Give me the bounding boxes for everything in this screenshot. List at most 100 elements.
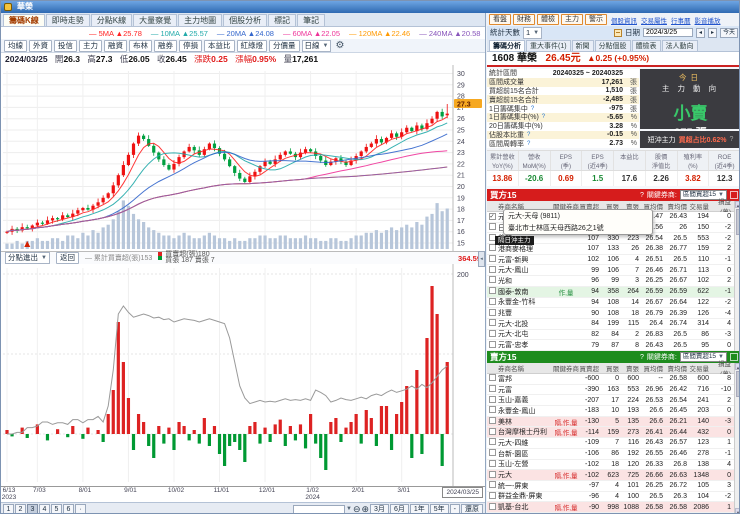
tab-4[interactable]: 大量察覺 xyxy=(133,14,178,26)
today-button[interactable]: 今天 xyxy=(719,27,738,38)
row-checkbox[interactable] xyxy=(488,287,496,295)
chart-toggle-5[interactable]: 融資 xyxy=(104,39,127,52)
row-checkbox[interactable] xyxy=(488,276,496,284)
scroll-up-icon[interactable]: ▲ xyxy=(735,363,739,370)
row-checkbox[interactable] xyxy=(488,449,496,457)
page-button-3[interactable]: 3 xyxy=(27,504,38,513)
table-row[interactable]: 元大-鳳山 99 106 7 26.46 26.71 113 0 xyxy=(487,265,734,277)
page-button-4[interactable]: 4 xyxy=(39,504,50,513)
row-checkbox[interactable] xyxy=(488,470,496,478)
row-checkbox[interactable] xyxy=(488,417,496,425)
right-tab-3[interactable]: 新聞 xyxy=(571,40,594,51)
link-2[interactable]: 交易屬性 xyxy=(641,15,667,25)
page-button-2[interactable]: 2 xyxy=(15,504,26,513)
row-checkbox[interactable] xyxy=(488,297,496,305)
chart-toggle-11[interactable]: 分價量 xyxy=(269,39,300,52)
chart-toggle-2[interactable]: 外資 xyxy=(29,39,52,52)
chart-toggle-6[interactable]: 布林 xyxy=(129,39,152,52)
splitter-handle[interactable]: ◂ xyxy=(478,251,485,267)
tab-8[interactable]: 筆記 xyxy=(297,14,326,26)
table-row[interactable]: 光和 96 99 3 26.25 26.67 102 2 xyxy=(487,276,734,287)
chart-toggle-3[interactable]: 投信 xyxy=(54,39,77,52)
help-icon[interactable]: ? xyxy=(729,136,733,143)
help-icon[interactable]: ? xyxy=(527,141,530,147)
chart-toggle-1[interactable]: 均線 xyxy=(4,39,27,52)
right-tab-5[interactable]: 體檢表 xyxy=(631,40,661,51)
range-button-6[interactable]: 還原 xyxy=(461,503,483,513)
help-icon[interactable]: ? xyxy=(640,192,644,199)
table-row[interactable]: 永豐金-竹科 94 108 14 26.67 26.64 122 -2 xyxy=(487,297,734,309)
table-row[interactable]: 元富-新興 102 106 4 26.51 26.5 110 -1 xyxy=(487,254,734,266)
table-row[interactable]: 凱基-台北 隔,作,量 -90 998 1088 26.58 26.58 2086 1 xyxy=(487,502,734,513)
page-button-1[interactable]: 1 xyxy=(3,504,14,513)
broker-chart[interactable]: 200 xyxy=(1,264,486,486)
buy-table-scrollbar[interactable]: ▲ xyxy=(734,201,739,351)
right-tab-6[interactable]: 法人動向 xyxy=(661,40,698,51)
row-checkbox[interactable] xyxy=(488,374,496,382)
period-select[interactable]: 日線 ▼ xyxy=(301,39,332,52)
table-row[interactable]: 元大-北投 84 199 115 26.4 26.74 314 4 xyxy=(487,318,734,330)
quick-button-3[interactable]: 體檢 xyxy=(537,14,559,25)
table-row[interactable]: 富邦 -600 0 600 -- 26.58 600 8 xyxy=(487,374,734,385)
quick-button-4[interactable]: 主力 xyxy=(561,14,583,25)
range-button-1[interactable]: 3月 xyxy=(370,503,389,513)
table-row[interactable]: 元大-北屯 82 84 2 26.83 26.5 86 -3 xyxy=(487,329,734,341)
table-row[interactable]: 元大 隔,作,量 -102 623 725 26.66 26.63 1348 0 xyxy=(487,470,734,481)
scroll-thumb[interactable] xyxy=(736,209,739,235)
tab-2[interactable]: 即時走勢 xyxy=(45,14,90,26)
chart-toggle-7[interactable]: 融券 xyxy=(154,39,177,52)
right-tab-4[interactable]: 分點個股 xyxy=(594,40,631,51)
row-checkbox[interactable] xyxy=(488,438,496,446)
table-row[interactable]: 群益金鼎-屏東 -96 4 100 26.5 26.3 104 -2 xyxy=(487,491,734,503)
price-chart[interactable]: 1516171819202122232425262728293027.3 xyxy=(1,65,486,251)
help-icon[interactable]: ? xyxy=(542,114,545,120)
tab-5[interactable]: 主力地圖 xyxy=(178,14,223,26)
broker-view-select[interactable]: 分點進出 ▼ xyxy=(5,252,50,264)
page-button-5[interactable]: 5 xyxy=(51,504,62,513)
table-row[interactable]: 元大-四維 -109 7 116 26.43 26.57 123 1 xyxy=(487,438,734,449)
right-tab-1[interactable]: 籌碼分析 xyxy=(489,40,525,51)
tab-1[interactable]: 籌碼K線 xyxy=(3,14,45,26)
table-row[interactable]: 元富-忠孝 79 87 8 26.43 26.5 95 0 xyxy=(487,340,734,351)
table-row[interactable]: 永豐金-鳳山 -183 10 193 26.6 26.45 203 0 xyxy=(487,406,734,417)
range-button-2[interactable]: 6月 xyxy=(389,503,409,513)
tab-7[interactable]: 標記 xyxy=(268,14,297,26)
row-checkbox[interactable] xyxy=(488,223,496,231)
chart-toggle-4[interactable]: 主力 xyxy=(79,39,102,52)
table-row[interactable]: 國泰-敦南 作,量 94 358 264 26.59 26.59 622 -1 xyxy=(487,286,734,298)
row-checkbox[interactable] xyxy=(488,427,496,435)
table-row[interactable]: 統一-屏東 -97 4 101 26.25 26.72 105 3 xyxy=(487,480,734,492)
quick-button-2[interactable]: 財務 xyxy=(513,14,535,25)
help-icon[interactable]: ? xyxy=(531,106,534,112)
range-button-3[interactable]: 1年 xyxy=(409,503,429,513)
row-checkbox[interactable] xyxy=(488,395,496,403)
table-row[interactable]: 美林 隔,作,量 -130 5 135 26.6 26.21 140 -3 xyxy=(487,416,734,428)
table-row[interactable]: 元富 -390 163 553 26.96 26.42 716 -10 xyxy=(487,384,734,396)
chevron-down-icon[interactable]: ▼ xyxy=(346,506,352,512)
link-1[interactable]: 個股資訊 xyxy=(611,15,637,25)
row-checkbox[interactable] xyxy=(488,244,496,252)
tab-6[interactable]: 個股分析 xyxy=(223,14,268,26)
range-button-5[interactable]: - xyxy=(449,503,460,513)
next-day-button[interactable]: ▸ xyxy=(707,27,717,38)
scroll-thumb[interactable] xyxy=(736,371,739,397)
zoom-in-icon[interactable]: ⊕ xyxy=(361,504,369,513)
range-button-4[interactable]: 5年 xyxy=(429,503,449,513)
back-button[interactable]: 返回 xyxy=(55,252,79,264)
days-select[interactable]: 1 ▼ xyxy=(523,26,543,39)
table-row[interactable]: 兆豐 90 108 18 26.79 26.39 126 -4 xyxy=(487,308,734,319)
zoom-out-icon[interactable]: ⊖ xyxy=(353,504,361,513)
scroll-up-icon[interactable]: ▲ xyxy=(735,201,739,208)
page-button-6[interactable]: 6 xyxy=(63,504,74,513)
help-icon[interactable]: ? xyxy=(527,132,530,138)
scale-input[interactable] xyxy=(292,504,345,513)
link-4[interactable]: 影音播放 xyxy=(695,15,721,25)
row-checkbox[interactable] xyxy=(488,491,496,499)
link-3[interactable]: 行事曆 xyxy=(671,15,691,25)
chart-toggle-8[interactable]: 停損 xyxy=(179,39,202,52)
quick-button-5[interactable]: 警示 xyxy=(585,14,607,25)
row-checkbox[interactable] xyxy=(488,319,496,327)
quick-button-1[interactable]: 看盤 xyxy=(489,14,511,25)
row-checkbox[interactable] xyxy=(488,265,496,273)
row-checkbox[interactable] xyxy=(488,481,496,489)
